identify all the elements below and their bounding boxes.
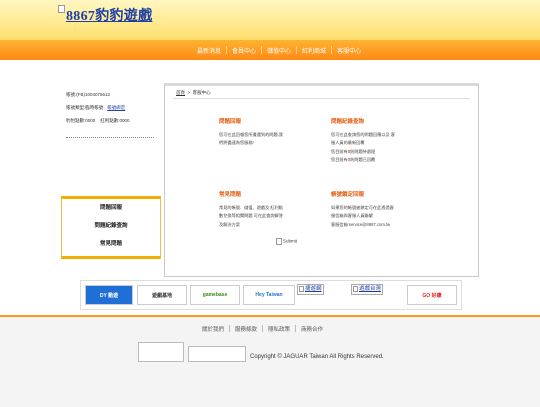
sidebar-item-report[interactable]: 問題回報: [62, 199, 160, 217]
nav-support[interactable]: 客服中心: [332, 46, 366, 55]
submit-alt-text: Submit: [283, 238, 298, 244]
replied-suffix: 則問題已回覆: [350, 157, 376, 163]
partner-banner: DY 動遊 遊戲基地 gamebase Hey Taiwan 捷遊網 遊戲台灣 …: [80, 280, 462, 310]
partner-game-taiwan[interactable]: 遊戲台灣: [351, 284, 384, 295]
section-history-text2: 服人員的最新回覆: [331, 140, 365, 146]
section-unlock-text2: 服信箱與客服人員聯繫: [331, 213, 373, 219]
section-unlock-title[interactable]: 帳號鎖定回報: [331, 191, 394, 200]
partner-dy-label: DY 動遊: [99, 292, 119, 299]
breadcrumb-divider: [173, 98, 470, 99]
section-report-text2: 們將儘速為您服務!: [219, 140, 254, 146]
main-nav: 最新消息 會員中心 儲值中心 紅利商城 客服中心: [192, 46, 366, 55]
partner-gamebase-tw-label: 遊戲基地: [151, 292, 172, 299]
footer-about[interactable]: 關於我們: [197, 325, 229, 333]
support-side-menu: 問題回報 問題紀錄查詢 常見問題: [61, 196, 161, 259]
footer-business[interactable]: 商務合作: [296, 325, 328, 333]
partner-jieyou-label: 捷遊網: [305, 286, 322, 292]
partner-heytaiwan-label: Hey Taiwan: [255, 292, 283, 298]
partner-jieyou[interactable]: 捷遊網: [297, 284, 324, 295]
breadcrumb-separator: >: [187, 90, 191, 95]
broken-image-icon: [353, 285, 358, 292]
footer-links: 關於我們 服務條款 隱私政策 商務合作: [197, 325, 328, 333]
logo-text: 8867豹豹遊戲: [66, 9, 153, 24]
pending-suffix: 則問題待處理: [350, 148, 376, 154]
section-unlock: 帳號鎖定回報 如果您的帳號被鎖定可在此透過客 服信箱與客服人員聯繫 客服信箱:s…: [331, 191, 394, 229]
dotted-divider: [66, 137, 154, 138]
nav-member[interactable]: 會員中心: [227, 46, 261, 55]
breadcrumb: 首頁 > 客服中心: [176, 90, 211, 96]
breadcrumb-home[interactable]: 首頁: [176, 90, 185, 95]
bind-account-link[interactable]: 帳號綁定: [107, 105, 125, 110]
pending-prefix: 您目前有: [331, 148, 348, 154]
support-email[interactable]: 客服信箱:service@8867.com.tw: [331, 221, 394, 230]
footer-image-placeholder: [138, 342, 184, 362]
section-report-text1: 您可在此回報您所遭遇到的問題,我: [219, 131, 283, 137]
footer-terms[interactable]: 服務條款: [230, 325, 262, 333]
broken-image-icon: [58, 5, 65, 13]
breadcrumb-current: 客服中心: [192, 90, 211, 95]
site-logo[interactable]: 8867豹豹遊戲: [58, 5, 152, 25]
section-faq: 常見問題 常見的帳號、儲值、遊戲及 紅利點 數兌換等相關問題 可在此查詢解答 及…: [219, 191, 283, 229]
nav-bonus-mall[interactable]: 紅利商城: [297, 46, 331, 55]
points-row: 豹豹點數:0000 紅利點數:0000: [66, 114, 156, 127]
section-faq-text1: 常見的帳號、儲值、遊戲及 紅利點: [219, 204, 283, 210]
sidebar-item-history[interactable]: 問題紀錄查詢: [62, 217, 160, 235]
account-type: 帳號類型:臨時帳號: [66, 105, 104, 110]
support-main-panel: 首頁 > 客服中心 問題回報 您可在此回報您所遭遇到的問題,我 們將儘速為您服務…: [164, 83, 479, 277]
section-faq-text3: 及解決方案: [219, 221, 240, 227]
section-faq-text2: 數兌換等相關問題 可在此查詢解答: [219, 213, 283, 219]
replied-count-row: 您目前有0則問題已回覆: [331, 156, 395, 165]
section-history-text1: 您可在此查詢您的問題回應以及 客: [331, 131, 395, 137]
footer-privacy[interactable]: 隱私政策: [263, 325, 295, 333]
section-faq-title[interactable]: 常見問題: [219, 191, 283, 200]
section-report-title[interactable]: 問題回報: [219, 118, 283, 127]
partner-gamebase[interactable]: gamebase: [190, 285, 240, 305]
faq-submit-button[interactable]: Submit: [276, 238, 297, 245]
partner-gohaokang[interactable]: GO 好康: [407, 285, 457, 305]
footer-image-placeholder: [188, 346, 246, 362]
nav-news[interactable]: 最新消息: [192, 46, 226, 55]
replied-prefix: 您目前有: [331, 157, 348, 163]
user-info-panel: 帳號:(FB)1004075612 帳號類型:臨時帳號 帳號綁定 豹豹點數:000…: [66, 88, 156, 138]
partner-gamebase-tw[interactable]: 遊戲基地: [137, 285, 187, 305]
partner-game-taiwan-label: 遊戲台灣: [359, 286, 382, 292]
header: 8867豹豹遊戲 最新消息 會員中心 儲值中心 紅利商城 客服中心: [0, 0, 540, 60]
bonus-balance: 紅利點數:0000: [100, 118, 130, 123]
pending-count-row: 您目前有0則問題待處理: [331, 148, 395, 157]
partner-gamebase-label: gamebase: [202, 292, 228, 298]
account-type-row: 帳號類型:臨時帳號 帳號綁定: [66, 101, 156, 114]
broken-image-icon: [299, 285, 304, 292]
partner-gohaokang-label: GO 好康: [422, 292, 442, 299]
sidebar-item-faq[interactable]: 常見問題: [62, 235, 160, 253]
nav-recharge[interactable]: 儲值中心: [262, 46, 296, 55]
copyright-text: Copyright © JAGUAR Taiwan All Rights Res…: [250, 354, 384, 360]
points-balance: 豹豹點數:0000: [66, 118, 96, 123]
section-report: 問題回報 您可在此回報您所遭遇到的問題,我 們將儘速為您服務!: [219, 118, 283, 148]
partner-heytaiwan[interactable]: Hey Taiwan: [243, 285, 295, 305]
section-unlock-text1: 如果您的帳號被鎖定可在此透過客: [331, 204, 394, 210]
section-history: 問題紀錄查詢 您可在此查詢您的問題回應以及 客 服人員的最新回覆 您目前有0則問…: [331, 118, 395, 165]
partner-dy[interactable]: DY 動遊: [85, 285, 133, 305]
section-history-title[interactable]: 問題紀錄查詢: [331, 118, 395, 127]
account-id: 帳號:(FB)1004075612: [66, 92, 111, 97]
broken-image-icon: [276, 238, 282, 245]
footer: 關於我們 服務條款 隱私政策 商務合作 Copyright © JAGUAR T…: [0, 315, 540, 407]
